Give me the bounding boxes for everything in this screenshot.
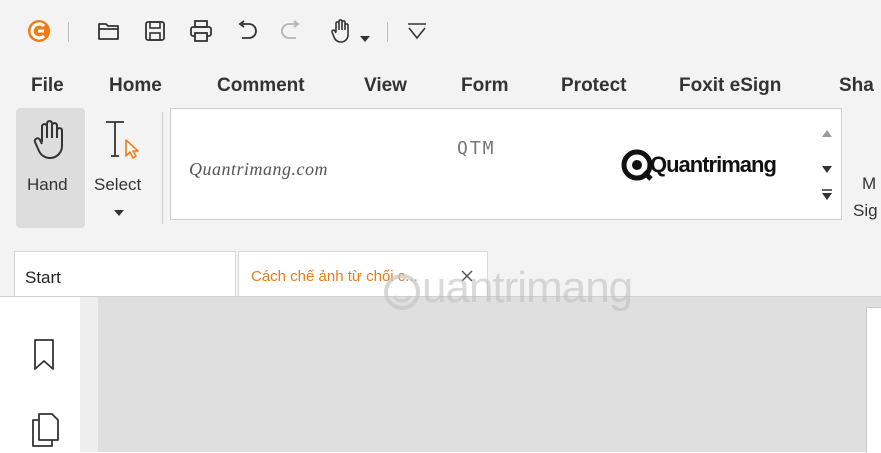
menu-comment[interactable]: Comment bbox=[217, 75, 305, 97]
save-icon[interactable] bbox=[140, 16, 170, 46]
open-folder-icon[interactable] bbox=[94, 16, 124, 46]
menu-protect[interactable]: Protect bbox=[561, 75, 626, 97]
hand-icon bbox=[30, 118, 70, 167]
signature-quantrimang-com[interactable]: Quantrimang.com bbox=[189, 159, 328, 180]
watermark-logo-icon bbox=[382, 272, 422, 317]
menu-foxit-esign[interactable]: Foxit eSign bbox=[679, 75, 781, 97]
bookmark-icon[interactable] bbox=[32, 338, 56, 377]
gallery-scroll-up-icon[interactable] bbox=[822, 124, 832, 142]
print-icon[interactable] bbox=[186, 16, 216, 46]
chevron-down-icon[interactable] bbox=[360, 29, 370, 47]
customize-dropdown-icon[interactable] bbox=[402, 16, 432, 46]
manage-signatures-label-top: M bbox=[862, 174, 877, 193]
navigation-panel-strip bbox=[80, 297, 98, 452]
hand-label: Hand bbox=[27, 175, 68, 194]
redo-icon[interactable] bbox=[276, 16, 306, 46]
hand-tool-icon[interactable] bbox=[326, 16, 356, 46]
pages-thumbnail-icon[interactable] bbox=[30, 412, 60, 453]
select-label: Select bbox=[94, 175, 142, 194]
ribbon-separator bbox=[162, 112, 163, 224]
foxit-logo-icon[interactable] bbox=[24, 16, 54, 46]
menu-view[interactable]: View bbox=[364, 75, 407, 97]
menu-file[interactable]: File bbox=[31, 75, 64, 97]
document-view[interactable] bbox=[98, 297, 881, 452]
manage-signatures-label-bottom: Sig bbox=[853, 201, 878, 220]
menu-form[interactable]: Form bbox=[461, 75, 509, 97]
menu-share[interactable]: Sha bbox=[839, 75, 874, 97]
select-dropdown-icon[interactable] bbox=[114, 203, 124, 221]
select-text-icon bbox=[102, 118, 142, 167]
watermark-text: uantrimang bbox=[422, 263, 633, 312]
tab-start-label: Start bbox=[25, 268, 61, 287]
menu-home[interactable]: Home bbox=[109, 75, 162, 97]
signature-qtm[interactable]: QTM bbox=[457, 138, 496, 159]
gallery-scroll-down-icon[interactable] bbox=[822, 160, 832, 178]
toolbar-separator bbox=[387, 22, 388, 42]
signature-quantrimang[interactable]: Quantrimang bbox=[650, 152, 777, 178]
gallery-expand-icon[interactable] bbox=[822, 188, 832, 206]
toolbar-separator bbox=[68, 22, 69, 42]
quick-access-toolbar bbox=[0, 0, 881, 62]
undo-icon[interactable] bbox=[232, 16, 262, 46]
quantrimang-logo-circle-icon bbox=[620, 148, 654, 187]
document-page-edge bbox=[866, 307, 881, 453]
